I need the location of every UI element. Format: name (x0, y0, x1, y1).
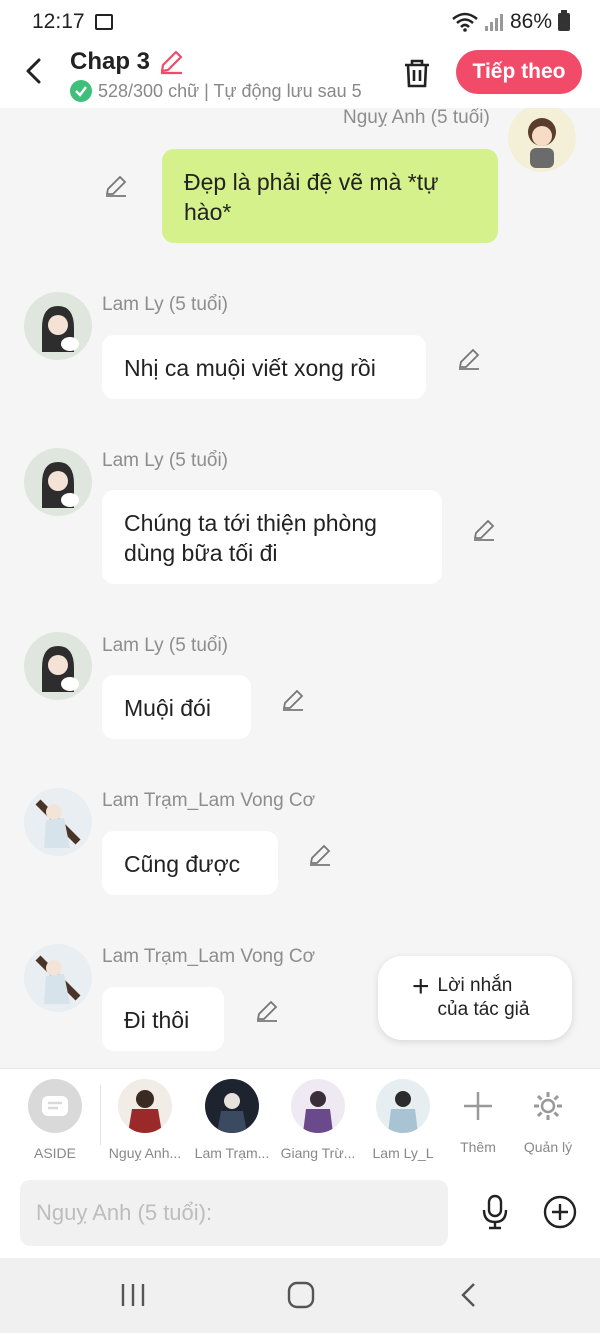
message-bubble[interactable]: Đẹp là phải đệ vẽ mà *tự hào* (162, 149, 498, 243)
status-right: 86% (452, 10, 570, 34)
character-label: Giang Trừ... (280, 1145, 356, 1161)
edit-message-icon[interactable] (457, 347, 481, 371)
avatar (205, 1079, 259, 1133)
edit-message-icon[interactable] (472, 518, 496, 542)
character-aside[interactable]: ASIDE (10, 1079, 100, 1161)
character-label: Quản lý (523, 1139, 573, 1155)
avatar-lam-ly[interactable] (24, 292, 92, 360)
word-count-status: 528/300 chữ | Tự động lưu sau 5 (70, 80, 376, 102)
wifi-icon (452, 12, 478, 32)
trash-icon[interactable] (400, 56, 434, 90)
battery-percent: 86% (509, 10, 552, 33)
saved-check-icon (70, 80, 92, 102)
avatar-lam-tram[interactable] (24, 944, 92, 1012)
message-author: Lam Ly (5 tuổi) (102, 450, 229, 471)
author-note-button[interactable]: + Lời nhắn của tác giả (378, 956, 572, 1040)
manage-button[interactable]: Quản lý (503, 1079, 593, 1155)
edit-message-icon[interactable] (308, 843, 332, 867)
word-count-text: 528/300 chữ | Tự động lưu sau 5 (98, 80, 362, 101)
plus-icon (451, 1079, 505, 1133)
aside-icon (28, 1079, 82, 1133)
message-bubble[interactable]: Đi thôi (102, 987, 224, 1051)
character-bar: ASIDE Nguỵ Anh... Lam Trạm... Giang Trừ.… (0, 1068, 600, 1168)
message-author: Lam Trạm_Lam Vong Cơ (102, 946, 316, 967)
back-arrow-icon[interactable] (20, 56, 50, 86)
edit-message-icon[interactable] (104, 174, 128, 198)
signal-icon (484, 14, 503, 31)
message-bubble[interactable]: Muội đói (102, 675, 251, 739)
character-nguy-anh[interactable]: Nguỵ Anh... (100, 1079, 190, 1161)
avatar (291, 1079, 345, 1133)
chapter-title[interactable]: Chap 3 (70, 48, 184, 76)
message-author: Nguỵ Anh (5 tuổi) (343, 108, 490, 128)
avatar (118, 1079, 172, 1133)
avatar-lam-ly[interactable] (24, 632, 92, 700)
status-time: 12:17 (32, 10, 85, 33)
system-back-icon[interactable] (458, 1282, 482, 1308)
gear-icon (521, 1079, 575, 1133)
next-button[interactable]: Tiếp theo (456, 50, 582, 94)
avatar-nguy-anh[interactable] (508, 108, 576, 172)
character-label: Lam Trạm... (194, 1145, 270, 1161)
edit-message-icon[interactable] (281, 688, 305, 712)
message-input[interactable]: Nguỵ Anh (5 tuổi): (20, 1180, 448, 1246)
plus-icon: + (412, 970, 430, 1003)
avatar (376, 1079, 430, 1133)
home-icon[interactable] (286, 1280, 316, 1310)
battery-icon (558, 10, 570, 31)
editor-header: Chap 3 528/300 chữ | Tự động lưu sau 5 T… (0, 44, 600, 108)
add-circle-icon[interactable] (543, 1195, 577, 1229)
message-author: Lam Trạm_Lam Vong Cơ (102, 790, 316, 811)
avatar-lam-tram[interactable] (24, 788, 92, 856)
chat-area[interactable]: Nguỵ Anh (5 tuổi) Đẹp là phải đệ vẽ mà *… (0, 108, 600, 1068)
character-giang-trung[interactable]: Giang Trừ... (273, 1079, 363, 1161)
recent-apps-icon[interactable] (120, 1282, 146, 1308)
system-nav-bar (0, 1258, 600, 1333)
message-bubble[interactable]: Cũng được (102, 831, 278, 895)
character-label: ASIDE (33, 1145, 76, 1161)
message-bubble[interactable]: Chúng ta tới thiện phòng dùng bữa tối đi (102, 490, 442, 584)
microphone-icon[interactable] (478, 1194, 512, 1230)
avatar-lam-ly[interactable] (24, 448, 92, 516)
edit-title-icon[interactable] (158, 49, 184, 75)
author-note-label: Lời nhắn của tác giả (437, 975, 530, 1020)
edit-message-icon[interactable] (255, 999, 279, 1023)
message-author: Lam Ly (5 tuổi) (102, 635, 229, 656)
status-bar: 12:17 86% (0, 0, 600, 44)
input-bar: Nguỵ Anh (5 tuổi): (0, 1168, 600, 1258)
character-label: Nguỵ Anh... (108, 1145, 182, 1161)
message-author: Lam Ly (5 tuổi) (102, 294, 229, 315)
image-notification-icon (94, 14, 113, 30)
character-lam-tram[interactable]: Lam Trạm... (187, 1079, 277, 1161)
chapter-title-text: Chap 3 (70, 48, 151, 75)
message-bubble[interactable]: Nhị ca muội viết xong rồi (102, 335, 426, 399)
